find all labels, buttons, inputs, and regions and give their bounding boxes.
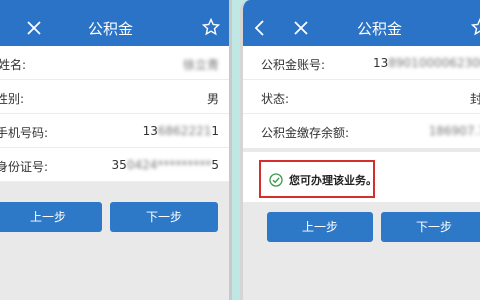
phone-label: 手机号码: [0, 126, 49, 140]
left-page-title: 公积金 [88, 20, 134, 38]
right-info-card: 公积金账号: 138901000062300 状态: 封存 公积金缴存余额: 1… [243, 46, 480, 148]
right-phone-screen: 公积金 公积金账号: 138901000062300 状态: 封存 公积金缴存余… [240, 0, 480, 300]
close-icon[interactable] [293, 20, 309, 36]
back-icon[interactable] [253, 19, 265, 37]
eligibility-notice-text: 您可办理该业务。 [289, 174, 377, 187]
status-label: 状态: [261, 92, 290, 106]
check-circle-icon [269, 172, 283, 191]
right-next-button[interactable]: 下一步 [381, 212, 480, 242]
account-number-row: 公积金账号: 138901000062300 [243, 46, 480, 80]
phone-row: 手机号码: 1368622211 [0, 114, 229, 148]
status-row: 状态: 封存 [243, 80, 480, 114]
phone-value-masked: 6862221 [157, 124, 212, 138]
gender-label: 性别: [0, 92, 25, 106]
phone-value-prefix: 13 [142, 124, 158, 138]
status-value: 封存 [470, 90, 480, 107]
left-next-button[interactable]: 下一步 [110, 202, 218, 232]
balance-value: 186907.7 [428, 124, 480, 138]
star-icon[interactable] [471, 18, 480, 36]
name-value: 徐立青 [182, 58, 219, 72]
id-number-prefix: 35 [111, 158, 127, 172]
star-icon[interactable] [202, 18, 220, 36]
balance-row: 公积金缴存余额: 186907.7 [243, 114, 480, 148]
account-number-masked: 8901000062300 [388, 56, 480, 70]
balance-label: 公积金缴存余额: [261, 126, 350, 140]
id-number-masked: 0424********* [126, 158, 212, 172]
phone-value-suffix: 1 [211, 124, 219, 138]
screenshot-stage: 公积金 姓名: 徐立青 性别: 男 手机号码: 1368622211 身份证号: [0, 0, 480, 300]
account-number-label: 公积金账号: [261, 58, 326, 72]
account-number-value: 138901000062300 [373, 56, 480, 70]
right-page-title: 公积金 [357, 20, 403, 38]
id-number-label: 身份证号: [0, 160, 49, 174]
right-prev-button[interactable]: 上一步 [267, 212, 373, 242]
left-phone-screen: 公积金 姓名: 徐立青 性别: 男 手机号码: 1368622211 身份证号: [0, 0, 232, 300]
left-info-card: 姓名: 徐立青 性别: 男 手机号码: 1368622211 身份证号: 350… [0, 46, 229, 182]
eligibility-notice: 您可办理该业务。 [259, 160, 377, 198]
phone-value: 1368622211 [143, 124, 219, 138]
id-number-value: 350424*********5 [112, 158, 219, 172]
id-number-row: 身份证号: 350424*********5 [0, 148, 229, 182]
close-icon[interactable] [26, 20, 42, 36]
gender-value: 男 [206, 92, 219, 106]
account-number-prefix: 13 [373, 56, 389, 70]
id-number-suffix: 5 [211, 158, 219, 172]
left-prev-button[interactable]: 上一步 [0, 202, 102, 232]
name-label: 姓名: [0, 58, 27, 72]
name-row: 姓名: 徐立青 [0, 46, 229, 80]
gender-row: 性别: 男 [0, 80, 229, 114]
